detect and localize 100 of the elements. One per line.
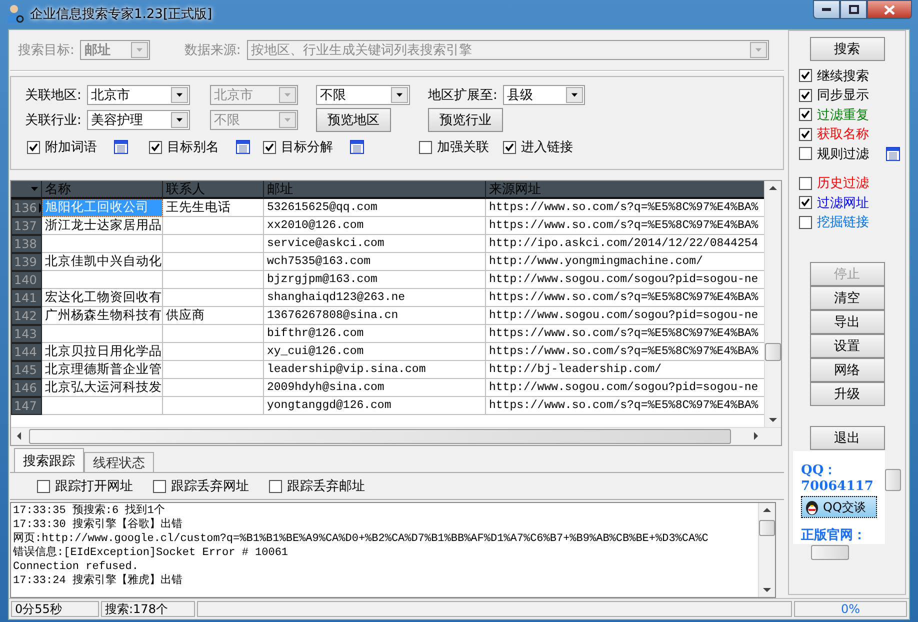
maximize-button[interactable] <box>840 0 867 19</box>
checkbox-label[interactable]: 跟踪丢弃网址 <box>171 477 249 495</box>
scroll-left-icon[interactable] <box>16 432 21 440</box>
scroll-down-icon[interactable] <box>769 418 777 423</box>
level-dropdown[interactable]: 县级 <box>503 85 585 105</box>
search-button[interactable]: 搜索 <box>810 37 884 61</box>
checkbox[interactable] <box>799 128 812 141</box>
table-cell: 供应商 <box>163 307 264 325</box>
table-cell: 浙江龙士达家居用品 <box>42 217 163 235</box>
scroll-right-icon[interactable] <box>754 432 759 440</box>
checkbox[interactable] <box>799 69 812 82</box>
checkbox-label[interactable]: 目标分解 <box>281 138 333 156</box>
checkbox-label[interactable]: 规则过滤 <box>817 144 869 163</box>
field-label: 地区扩展至: <box>428 87 498 104</box>
table-cell: wch7535@163.com <box>264 253 486 271</box>
table-cell: 北京贝拉日用化学品 <box>42 343 163 361</box>
checkbox[interactable] <box>799 216 812 229</box>
minimize-icon[interactable] <box>822 8 831 12</box>
checkbox-label[interactable]: 目标别名 <box>167 138 219 156</box>
scroll-down-icon[interactable] <box>763 588 771 593</box>
vertical-scrollbar[interactable] <box>764 181 781 427</box>
checkbox-label[interactable]: 过滤重复 <box>817 106 869 124</box>
chat-button[interactable]: QQ交谈 <box>801 496 877 518</box>
field-label: 数据来源: <box>184 42 241 59</box>
caret-icon[interactable] <box>171 112 188 128</box>
caret-icon[interactable] <box>566 87 583 103</box>
checkbox-label[interactable]: 跟踪打开网址 <box>55 477 133 495</box>
limit-dropdown[interactable]: 不限 <box>316 85 410 105</box>
minimize-button[interactable] <box>813 0 840 19</box>
table-cell: 北京佳凯中兴自动化 <box>42 253 163 271</box>
log-line: 17:33:30 搜索引擎【谷歌】出错 <box>13 518 184 532</box>
checkbox[interactable] <box>799 176 812 190</box>
checkbox-label[interactable]: 历史过滤 <box>817 174 869 192</box>
checkbox-label[interactable]: 加强关联 <box>437 138 489 156</box>
scroll-up-icon[interactable] <box>763 507 771 512</box>
checkbox[interactable] <box>27 140 40 154</box>
industry-dropdown[interactable]: 美容护理 <box>87 110 190 130</box>
action-button[interactable]: 导出 <box>810 310 884 334</box>
field-label: 关联行业: <box>25 112 82 129</box>
table-cell: 532615625@qq.com <box>264 199 486 217</box>
checkbox-label[interactable]: 附加词语 <box>45 138 97 156</box>
action-button[interactable]: 升级 <box>810 382 884 406</box>
checkbox[interactable] <box>503 140 516 154</box>
preview-button[interactable]: 预览行业 <box>428 108 503 132</box>
checkbox[interactable] <box>799 108 812 122</box>
checkbox-label[interactable]: 进入链接 <box>521 138 573 156</box>
log-line: Connection refused. <box>13 560 140 574</box>
scroll-thumb[interactable] <box>29 429 731 444</box>
progress-text: 0% <box>794 601 907 617</box>
list-icon[interactable] <box>236 140 250 154</box>
table-cell: shanghaiqd123@263.ne <box>264 289 486 307</box>
checkbox[interactable] <box>153 480 166 492</box>
checkbox-label[interactable]: 过滤网址 <box>817 194 869 212</box>
log-line: 17:33:24 搜索引擎【雅虎】出错 <box>13 574 184 588</box>
table-cell: 广州杨森生物科技有 <box>42 307 163 325</box>
maximize-icon[interactable] <box>848 5 858 14</box>
log-line: 错误信息:[EIdException]Socket Error # 10061 <box>13 546 290 560</box>
checkbox[interactable] <box>263 140 276 154</box>
action-button[interactable]: 设置 <box>810 334 884 358</box>
scroll-up-icon[interactable] <box>769 185 777 190</box>
tab[interactable]: 搜索跟踪 <box>14 448 84 472</box>
close-icon[interactable] <box>884 4 895 14</box>
checkbox[interactable] <box>37 480 50 492</box>
list-icon[interactable] <box>886 146 900 161</box>
horizontal-scrollbar[interactable] <box>11 427 781 445</box>
table-cell: bifthr@126.com <box>264 325 486 343</box>
table-cell: bjzrgjpm@163.com <box>264 271 486 289</box>
action-button[interactable]: 清空 <box>810 286 884 310</box>
scroll-thumb[interactable] <box>885 469 901 491</box>
vertical-scrollbar[interactable] <box>758 503 775 597</box>
caret-icon[interactable] <box>171 87 188 103</box>
elapsed-time: 0分55秒 <box>11 601 99 617</box>
checkbox[interactable] <box>799 88 812 102</box>
table-cell: xx2010@126.com <box>264 217 486 235</box>
checkbox[interactable] <box>149 140 162 154</box>
scroll-thumb[interactable] <box>811 545 849 560</box>
action-button[interactable]: 网络 <box>810 358 884 382</box>
checkbox-label[interactable]: 继续搜索 <box>817 66 869 85</box>
table-cell: 北京弘大运河科技发 <box>42 379 163 397</box>
checkbox[interactable] <box>799 196 812 210</box>
checkbox[interactable] <box>799 147 812 160</box>
table-cell: 宏达化工物资回收有 <box>42 289 163 307</box>
scroll-thumb[interactable] <box>765 343 781 361</box>
scroll-thumb[interactable] <box>759 520 775 536</box>
exit-button[interactable]: 退出 <box>810 426 884 450</box>
list-icon[interactable] <box>114 140 128 154</box>
checkbox[interactable] <box>269 480 282 492</box>
checkbox-label[interactable]: 挖掘链接 <box>817 213 869 232</box>
checkbox-label[interactable]: 跟踪丢弃邮址 <box>287 477 365 495</box>
region-dropdown[interactable]: 北京市 <box>87 85 190 105</box>
checkbox-label[interactable]: 获取名称 <box>817 125 869 144</box>
table-cell: 北京理德斯普企业管 <box>42 361 163 379</box>
close-button[interactable] <box>867 0 912 19</box>
caret-icon[interactable] <box>391 87 408 103</box>
preview-button[interactable]: 预览地区 <box>316 108 391 132</box>
checkbox-label[interactable]: 同步显示 <box>817 86 869 104</box>
checkbox[interactable] <box>419 140 432 154</box>
app-icon <box>6 4 24 24</box>
list-icon[interactable] <box>350 140 364 154</box>
tab[interactable]: 线程状态 <box>84 452 154 472</box>
